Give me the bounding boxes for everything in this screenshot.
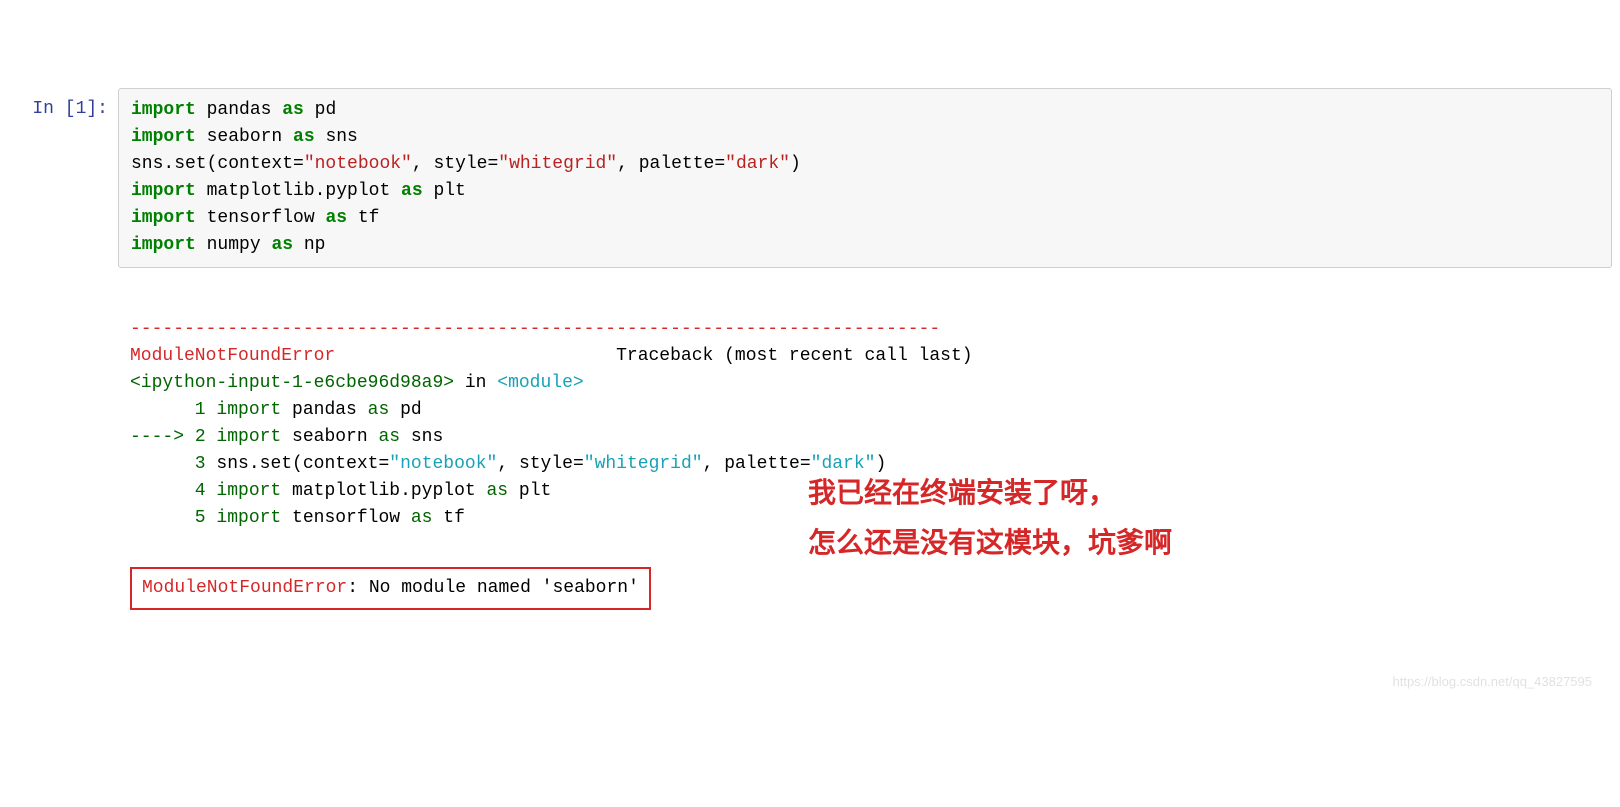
output-text: pyplot bbox=[411, 481, 487, 501]
keyword-as: as bbox=[293, 127, 315, 147]
string-literal: "whitegrid" bbox=[584, 454, 703, 474]
string-literal: "notebook" bbox=[304, 154, 412, 174]
error-dashes: ----------------------------------------… bbox=[130, 319, 940, 339]
string-literal: "dark" bbox=[725, 154, 790, 174]
keyword-import: import bbox=[216, 400, 281, 420]
line-number: 5 bbox=[130, 508, 216, 528]
ipython-input-ref: <ipython-input-1-e6cbe96d98a9> bbox=[130, 373, 454, 393]
output-text: matplotlib bbox=[281, 481, 400, 501]
keyword-as: as bbox=[401, 181, 423, 201]
code-input-area[interactable]: import pandas as pd import seaborn as sn… bbox=[118, 88, 1612, 268]
output-text bbox=[335, 346, 616, 366]
output-text: , bbox=[703, 454, 725, 474]
keyword-import: import bbox=[216, 481, 281, 501]
error-name: ModuleNotFoundError bbox=[130, 346, 335, 366]
keyword-as: as bbox=[411, 508, 433, 528]
line-number: 1 bbox=[130, 400, 216, 420]
output-text: tensorflow bbox=[281, 508, 411, 528]
code-text: seaborn bbox=[196, 127, 293, 147]
code-text: sns.set(context= bbox=[131, 154, 304, 174]
code-text: sns bbox=[315, 127, 358, 147]
code-text: ) bbox=[790, 154, 801, 174]
output-text: context bbox=[303, 454, 379, 474]
keyword-as: as bbox=[325, 208, 347, 228]
code-text: numpy bbox=[196, 235, 272, 255]
keyword-as: as bbox=[487, 481, 509, 501]
output-text: palette bbox=[724, 454, 800, 474]
keyword-as: as bbox=[271, 235, 293, 255]
input-prompt: In [1]: bbox=[8, 88, 118, 123]
output-text: = bbox=[378, 454, 389, 474]
keyword-as: as bbox=[378, 427, 400, 447]
keyword-import: import bbox=[131, 181, 196, 201]
output-text: . bbox=[400, 481, 411, 501]
output-text: sns bbox=[400, 427, 443, 447]
output-text: seaborn bbox=[281, 427, 378, 447]
keyword-import: import bbox=[216, 508, 281, 528]
code-text: tensorflow bbox=[196, 208, 326, 228]
output-text: tf bbox=[432, 508, 464, 528]
annotation-line-1: 我已经在终端安装了呀， bbox=[808, 468, 1172, 518]
error-box: ModuleNotFoundError: No module named 'se… bbox=[130, 567, 651, 610]
output-text: . bbox=[249, 454, 260, 474]
line-number: 4 bbox=[130, 481, 216, 501]
output-cell: ----------------------------------------… bbox=[8, 308, 1612, 699]
code-text: pd bbox=[304, 100, 336, 120]
user-annotation: 我已经在终端安装了呀， 怎么还是没有这模块，坑爹啊 bbox=[808, 468, 1172, 569]
output-text: style bbox=[519, 454, 573, 474]
keyword-import: import bbox=[131, 235, 196, 255]
keyword-import: import bbox=[131, 127, 196, 147]
line-number: 3 bbox=[130, 454, 216, 474]
code-text: matplotlib.pyplot bbox=[196, 181, 401, 201]
line-number: 2 bbox=[195, 427, 217, 447]
annotation-line-2: 怎么还是没有这模块，坑爹啊 bbox=[808, 518, 1172, 568]
input-cell: In [1]: import pandas as pd import seabo… bbox=[8, 88, 1612, 268]
output-text: sns bbox=[216, 454, 248, 474]
output-text: pandas bbox=[281, 400, 367, 420]
string-literal: "whitegrid" bbox=[498, 154, 617, 174]
output-prompt bbox=[8, 308, 118, 316]
code-text: pandas bbox=[196, 100, 282, 120]
output-text: set bbox=[260, 454, 292, 474]
error-message: : No module named 'seaborn' bbox=[347, 578, 639, 598]
code-text: , palette= bbox=[617, 154, 725, 174]
code-text: , style= bbox=[412, 154, 498, 174]
output-text: plt bbox=[508, 481, 551, 501]
module-ref: <module> bbox=[497, 373, 583, 393]
string-literal: "notebook" bbox=[389, 454, 497, 474]
output-area: ----------------------------------------… bbox=[118, 308, 1612, 699]
keyword-import: import bbox=[216, 427, 281, 447]
code-text: np bbox=[293, 235, 325, 255]
output-text: , bbox=[497, 454, 519, 474]
error-arrow: ----> bbox=[130, 427, 195, 447]
output-text: pd bbox=[389, 400, 421, 420]
keyword-as: as bbox=[368, 400, 390, 420]
keyword-as: as bbox=[282, 100, 304, 120]
output-text: in bbox=[454, 373, 497, 393]
traceback-label: Traceback (most recent call last) bbox=[616, 346, 972, 366]
output-text: ( bbox=[292, 454, 303, 474]
keyword-import: import bbox=[131, 100, 196, 120]
watermark: https://blog.csdn.net/qq_43827595 bbox=[1393, 672, 1593, 692]
keyword-import: import bbox=[131, 208, 196, 228]
error-name: ModuleNotFoundError bbox=[142, 578, 347, 598]
code-text: plt bbox=[423, 181, 466, 201]
code-text: tf bbox=[347, 208, 379, 228]
output-text: = bbox=[573, 454, 584, 474]
